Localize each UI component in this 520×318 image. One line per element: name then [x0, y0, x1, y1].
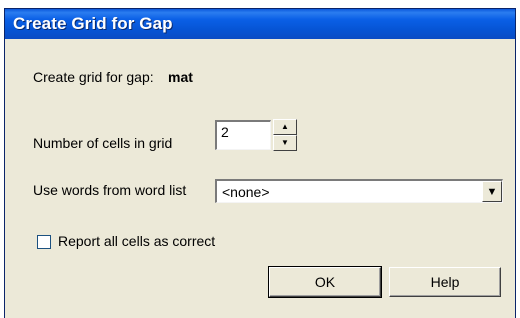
ok-button[interactable]: OK: [268, 266, 382, 298]
title-bar[interactable]: Create Grid for Gap: [5, 9, 515, 39]
spin-down-button[interactable]: ▼: [273, 135, 297, 151]
dialog-title: Create Grid for Gap: [13, 14, 173, 33]
create-grid-dialog: Create Grid for Gap Create grid for gap:…: [4, 8, 516, 318]
spin-down-icon: ▼: [281, 138, 289, 147]
report-correct-label[interactable]: Report all cells as correct: [58, 233, 215, 249]
report-correct-checkbox[interactable]: [37, 235, 51, 249]
wordlist-select[interactable]: <none> ▼: [215, 179, 503, 203]
cells-value: 2: [221, 124, 229, 140]
cells-spinner[interactable]: ▲ ▼: [273, 119, 297, 151]
spin-up-icon: ▲: [281, 122, 289, 131]
cells-input[interactable]: 2: [215, 120, 271, 150]
spin-up-button[interactable]: ▲: [273, 119, 297, 135]
wordlist-selected: <none>: [222, 184, 270, 200]
wordlist-label: Use words from word list: [33, 182, 187, 198]
chevron-down-icon: ▼: [486, 185, 498, 198]
ok-button-label: OK: [314, 274, 336, 290]
cells-label: Number of cells in grid: [33, 135, 173, 151]
dropdown-button[interactable]: ▼: [482, 181, 502, 202]
gap-name: mat: [168, 69, 193, 85]
gap-label: Create grid for gap:: [33, 69, 154, 85]
help-button[interactable]: Help: [389, 267, 501, 297]
help-button-label: Help: [430, 274, 460, 290]
